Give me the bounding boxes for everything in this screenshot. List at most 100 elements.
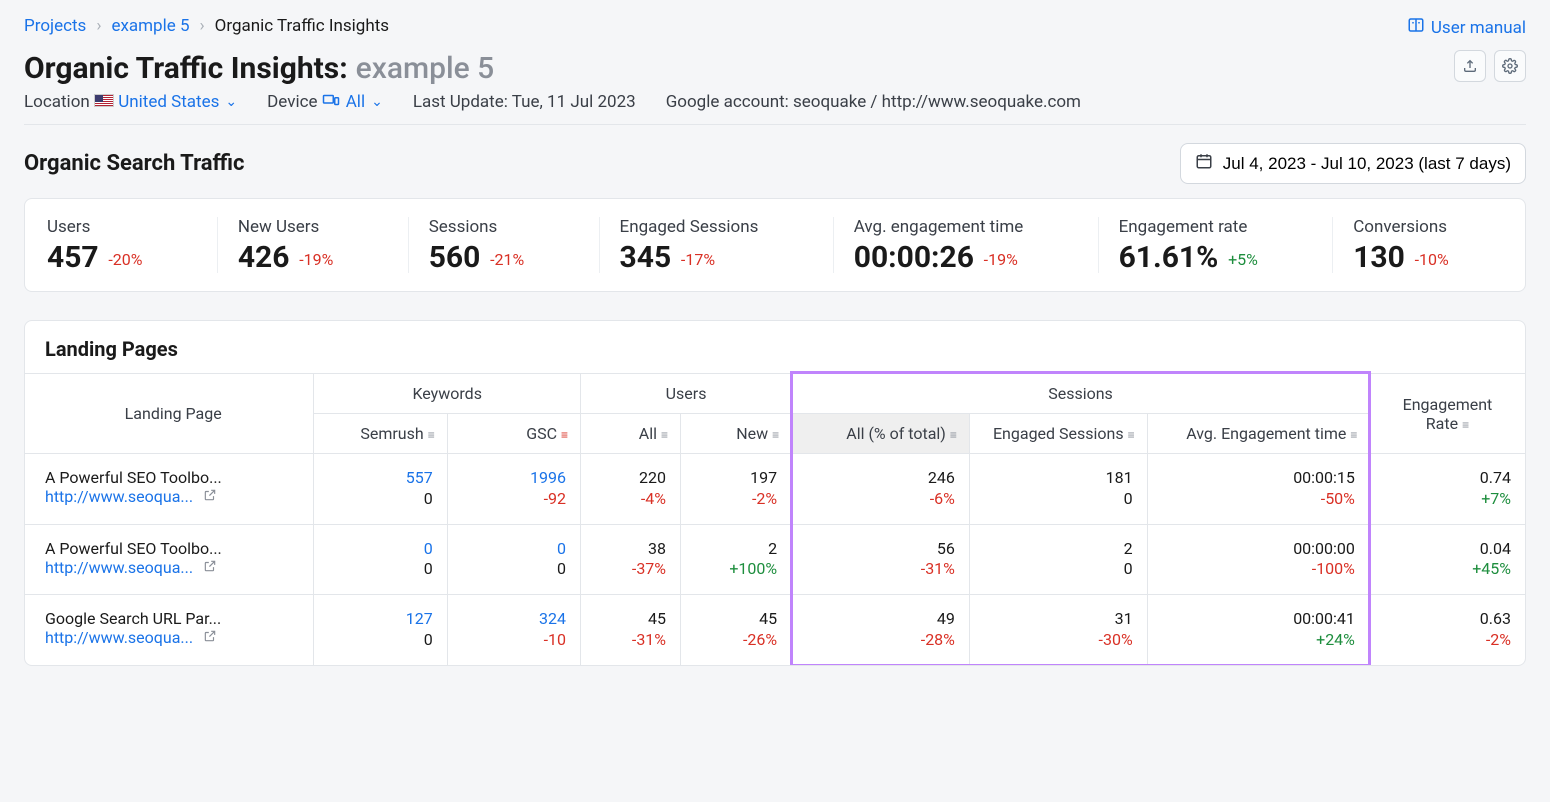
sort-icon: ≡	[1350, 428, 1357, 442]
breadcrumb-project[interactable]: example 5	[111, 16, 189, 36]
last-update-text: Last Update: Tue, 11 Jul 2023	[413, 92, 636, 112]
device-filter[interactable]: Device All ⌄	[267, 92, 383, 112]
stat-engaged-sessions[interactable]: Engaged Sessions 345 -17%	[620, 217, 834, 273]
google-account-text: Google account: seoquake / http://www.se…	[666, 92, 1081, 112]
stat-users[interactable]: Users 457 -20%	[47, 217, 218, 273]
cell-value: 0	[328, 539, 432, 560]
table-row: A Powerful SEO Toolbo... http://www.seoq…	[25, 524, 1525, 595]
stat-delta: +5%	[1228, 250, 1258, 269]
cell-delta: -31%	[806, 559, 955, 580]
stat-label: Avg. engagement time	[854, 217, 1078, 237]
breadcrumb: Projects › example 5 › Organic Traffic I…	[24, 16, 389, 36]
cell-value: 0.04	[1384, 539, 1511, 560]
cell-delta: -30%	[984, 630, 1133, 651]
stat-label: Engagement rate	[1119, 217, 1313, 237]
cell-delta: -4%	[595, 489, 666, 510]
cell-delta: +45%	[1384, 559, 1511, 580]
stat-label: Sessions	[429, 217, 579, 237]
col-group-users: Users	[581, 374, 792, 414]
stat-delta: -17%	[681, 250, 715, 269]
cell-value: 1996	[462, 468, 566, 489]
external-link-icon[interactable]	[203, 487, 217, 506]
stat-sessions[interactable]: Sessions 560 -21%	[429, 217, 600, 273]
cell-delta: -10	[462, 630, 566, 651]
settings-button[interactable]	[1494, 50, 1526, 82]
col-landing-page[interactable]: Landing Page	[25, 374, 314, 454]
cell-value: 45	[595, 609, 666, 630]
cell-delta: 0	[328, 559, 432, 580]
external-link-icon[interactable]	[203, 558, 217, 577]
stat-conversions[interactable]: Conversions 130 -10%	[1353, 217, 1503, 273]
stat-delta: -19%	[984, 250, 1018, 269]
sort-icon: ≡	[1128, 428, 1135, 442]
stat-new-users[interactable]: New Users 426 -19%	[238, 217, 409, 273]
stat-value: 426	[238, 243, 290, 273]
export-button[interactable]	[1454, 50, 1486, 82]
stat-value: 345	[620, 243, 672, 273]
col-users-all[interactable]: All≡	[581, 414, 681, 454]
chevron-down-icon: ⌄	[371, 94, 383, 110]
stat-label: Engaged Sessions	[620, 217, 813, 237]
cell-value: 0.63	[1384, 609, 1511, 630]
date-range-picker[interactable]: Jul 4, 2023 - Jul 10, 2023 (last 7 days)	[1180, 143, 1526, 184]
book-icon	[1407, 16, 1425, 39]
cell-delta: -31%	[595, 630, 666, 651]
us-flag-icon	[94, 94, 114, 107]
cell-value: 220	[595, 468, 666, 489]
landing-page-url[interactable]: http://www.seoqua...	[45, 487, 193, 506]
sort-icon: ≡	[661, 428, 668, 442]
cell-delta: -2%	[695, 489, 777, 510]
stat-avg-engagement-time[interactable]: Avg. engagement time 00:00:26 -19%	[854, 217, 1099, 273]
chevron-right-icon: ›	[200, 16, 205, 36]
sort-icon: ≡	[950, 428, 957, 442]
page-title: Organic Traffic Insights: example 5	[24, 51, 494, 86]
cell-delta: -6%	[806, 489, 955, 510]
col-gsc[interactable]: GSC≡	[447, 414, 580, 454]
col-avg-engagement[interactable]: Avg. Engagement time≡	[1147, 414, 1369, 454]
landing-pages-table: Landing Page Keywords Users Sessions Eng…	[25, 373, 1525, 665]
col-engaged-sessions[interactable]: Engaged Sessions≡	[969, 414, 1147, 454]
table-row: A Powerful SEO Toolbo... http://www.seoq…	[25, 454, 1525, 525]
cell-value: 557	[328, 468, 432, 489]
cell-delta: +24%	[1162, 630, 1355, 651]
stat-engagement-rate[interactable]: Engagement rate 61.61% +5%	[1119, 217, 1334, 273]
stat-value: 560	[429, 243, 481, 273]
col-group-keywords: Keywords	[314, 374, 581, 414]
chevron-right-icon: ›	[96, 16, 101, 36]
cell-value: 56	[806, 539, 955, 560]
stat-delta: -20%	[108, 250, 142, 269]
landing-page-url[interactable]: http://www.seoqua...	[45, 558, 193, 577]
breadcrumb-root[interactable]: Projects	[24, 16, 86, 36]
user-manual-link[interactable]: User manual	[1407, 16, 1526, 39]
cell-value: 2	[984, 539, 1133, 560]
calendar-icon	[1195, 152, 1213, 175]
landing-page-url[interactable]: http://www.seoqua...	[45, 628, 193, 647]
cell-value: 45	[695, 609, 777, 630]
cell-delta: -50%	[1162, 489, 1355, 510]
stat-delta: -10%	[1415, 250, 1449, 269]
location-filter[interactable]: Location United States ⌄	[24, 92, 237, 112]
devices-icon	[322, 92, 340, 112]
cell-delta: -28%	[806, 630, 955, 651]
landing-page-name[interactable]: Google Search URL Par...	[45, 609, 299, 628]
stats-card: Users 457 -20% New Users 426 -19% Sessions…	[24, 198, 1526, 292]
cell-delta: -2%	[1384, 630, 1511, 651]
cell-value: 0.74	[1384, 468, 1511, 489]
stat-value: 00:00:26	[854, 243, 974, 273]
col-engagement-rate[interactable]: Engagement Rate≡	[1369, 374, 1525, 454]
divider	[24, 124, 1526, 125]
col-users-new[interactable]: New≡	[681, 414, 792, 454]
col-sessions-all[interactable]: All (% of total)≡	[792, 414, 970, 454]
cell-delta: 0	[984, 489, 1133, 510]
landing-page-name[interactable]: A Powerful SEO Toolbo...	[45, 539, 299, 558]
landing-page-name[interactable]: A Powerful SEO Toolbo...	[45, 468, 299, 487]
stat-delta: -19%	[299, 250, 333, 269]
cell-value: 197	[695, 468, 777, 489]
cell-value: 38	[595, 539, 666, 560]
external-link-icon[interactable]	[203, 628, 217, 647]
col-semrush[interactable]: Semrush≡	[314, 414, 447, 454]
cell-delta: -92	[462, 489, 566, 510]
cell-delta: -100%	[1162, 559, 1355, 580]
chevron-down-icon: ⌄	[225, 94, 237, 110]
cell-delta: -37%	[595, 559, 666, 580]
